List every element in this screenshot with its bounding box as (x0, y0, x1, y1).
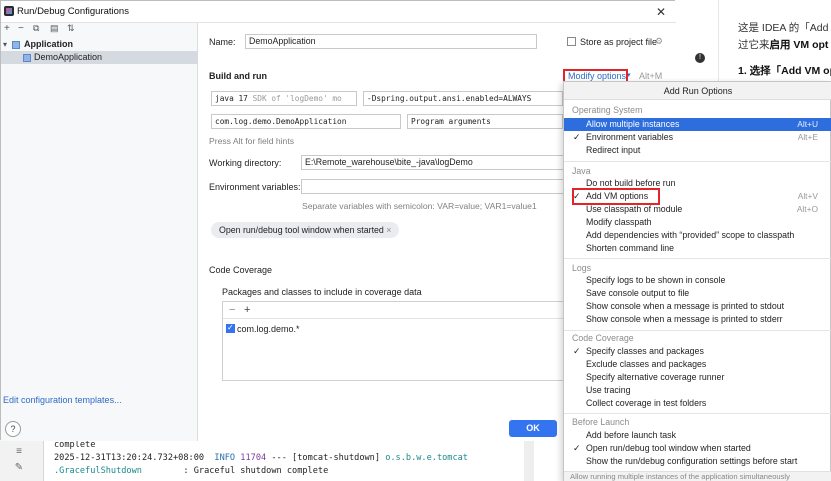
menu-item-alternative-runner[interactable]: Specify alternative coverage runner (564, 371, 831, 384)
popup-title: Add Run Options (564, 82, 831, 100)
close-icon[interactable]: ✕ (653, 4, 669, 20)
remove-icon[interactable]: − (18, 23, 24, 34)
environment-variables-label: Environment variables: (209, 182, 301, 192)
menu-item-add-dependencies[interactable]: Add dependencies with “provided” scope t… (564, 229, 831, 242)
check-icon: ✓ (573, 346, 581, 356)
ok-button[interactable]: OK (509, 420, 557, 437)
vm-options-field[interactable]: -Dspring.output.ansi.enabled=ALWAYS (363, 91, 563, 106)
group-logs: Logs (572, 263, 592, 273)
environment-variables-hint: Separate variables with semicolon: VAR=v… (302, 201, 537, 211)
dialog-titlebar: Run/Debug Configurations ✕ (1, 1, 676, 23)
check-icon: ✓ (573, 132, 581, 142)
tree-item-application[interactable]: ▾ Application (1, 38, 198, 51)
field-hints-text: Press Alt for field hints (209, 136, 295, 146)
menu-separator (564, 161, 831, 162)
dialog-title: Run/Debug Configurations (17, 6, 129, 17)
article-paragraph: 这是 IDEA 的「Add 过它来启用 VM opt (738, 22, 829, 51)
scroll-icon[interactable]: ≡ (12, 446, 26, 460)
main-class-field[interactable]: com.log.demo.DemoApplication (211, 114, 401, 129)
store-project-checkbox[interactable] (567, 37, 576, 46)
menu-item-use-tracing[interactable]: Use tracing (564, 384, 831, 397)
tree-item-label: DemoApplication (34, 52, 103, 62)
console-line: 2025-12-31T13:20:24.732+08:00 INFO 11704… (54, 453, 468, 463)
jdk-select[interactable]: java 17 SDK of 'logDemo' mo (211, 91, 357, 106)
copy-icon[interactable]: ⧉ (33, 23, 39, 34)
menu-item-coverage-test-folders[interactable]: Collect coverage in test folders (564, 397, 831, 410)
close-icon[interactable]: × (386, 225, 391, 235)
chevron-down-icon[interactable]: ▾ (3, 38, 7, 51)
coverage-list: − + com.log.demo.* (222, 301, 564, 381)
add-icon[interactable]: + (4, 23, 10, 34)
sort-icon[interactable]: ⇅ (67, 23, 75, 34)
gear-icon[interactable]: ⚙ (655, 36, 663, 47)
group-before-launch: Before Launch (572, 417, 630, 427)
popup-footer-hint: Allow running multiple instances of the … (564, 471, 831, 481)
menu-item-console-stderr[interactable]: Show console when a message is printed t… (564, 313, 831, 326)
add-run-options-popup: Add Run Options Operating System Allow m… (563, 81, 831, 481)
add-icon[interactable]: + (244, 304, 250, 316)
code-coverage-heading: Code Coverage (209, 265, 273, 275)
environment-variables-field[interactable] (301, 179, 564, 194)
menu-item-allow-multiple-instances[interactable]: Allow multiple instances Alt+U (564, 118, 831, 131)
check-icon: ✓ (573, 443, 581, 453)
menu-item-environment-variables[interactable]: ✓ Environment variables Alt+E (564, 131, 831, 144)
coverage-toolbar: − + (223, 302, 563, 319)
menu-separator (564, 330, 831, 331)
menu-item-specify-logs[interactable]: Specify logs to be shown in console (564, 274, 831, 287)
menu-item-redirect-input[interactable]: Redirect input (564, 144, 831, 157)
edit-templates-link[interactable]: Edit configuration templates... (3, 395, 122, 405)
menu-item-open-run-window[interactable]: ✓ Open run/debug tool window when starte… (564, 442, 831, 455)
menu-separator (564, 258, 831, 259)
menu-item-show-settings[interactable]: Show the run/debug configuration setting… (564, 455, 831, 468)
article-heading: 1. 选择「Add VM op (738, 65, 831, 77)
menu-item-exclude-classes[interactable]: Exclude classes and packages (564, 358, 831, 371)
intellij-app-icon (4, 6, 14, 16)
application-icon (12, 41, 20, 49)
menu-item-shorten-command-line[interactable]: Shorten command line (564, 242, 831, 255)
menu-item-use-classpath[interactable]: Use classpath of module Alt+O (564, 203, 831, 216)
pin-icon[interactable]: ✎ (12, 462, 26, 476)
menu-item-specify-classes[interactable]: ✓ Specify classes and packages (564, 345, 831, 358)
program-arguments-field[interactable]: Program arguments (407, 114, 563, 129)
name-label: Name: (209, 37, 236, 47)
application-icon (23, 54, 31, 62)
console-scrollbar[interactable] (524, 440, 534, 481)
console-line: complete (54, 440, 96, 450)
save-icon[interactable]: ▤ (50, 23, 59, 34)
config-tree-pane: + − ⧉ ▤ ⇅ ▾ Application DemoApplication … (1, 23, 198, 441)
tree-item-label: Application (24, 39, 73, 49)
tree-toolbar: + − ⧉ ▤ ⇅ (1, 23, 197, 37)
modify-shortcut: Alt+M (639, 71, 663, 81)
working-directory-field[interactable]: E:\Remote_warehouse\bite_-java\logDemo (301, 155, 564, 170)
run-console: complete 2025-12-31T13:20:24.732+08:00 I… (44, 440, 564, 481)
coverage-entry: com.log.demo.* (237, 324, 300, 334)
group-code-coverage: Code Coverage (572, 333, 634, 343)
run-window-option-chip[interactable]: Open run/debug tool window when started … (211, 222, 400, 238)
group-java: Java (572, 166, 591, 176)
remove-icon[interactable]: − (229, 304, 235, 316)
store-project-label: Store as project file (580, 37, 658, 47)
tree-item-demoapplication[interactable]: DemoApplication (1, 51, 198, 64)
help-button[interactable]: ? (5, 421, 21, 437)
menu-separator (564, 413, 831, 414)
info-badge-icon: ! (695, 53, 705, 63)
working-directory-label: Working directory: (209, 158, 282, 168)
name-field[interactable]: DemoApplication (245, 34, 537, 49)
build-run-heading: Build and run (209, 71, 267, 81)
console-line: .GracefulShutdown : Graceful shutdown co… (54, 466, 329, 476)
coverage-packages-label: Packages and classes to include in cover… (222, 287, 422, 297)
group-operating-system: Operating System (572, 105, 643, 115)
menu-item-console-stdout[interactable]: Show console when a message is printed t… (564, 300, 831, 313)
menu-item-modify-classpath[interactable]: Modify classpath (564, 216, 831, 229)
ide-side-toolbar: ≡ ✎ (0, 440, 44, 481)
menu-item-add-before-launch[interactable]: Add before launch task (564, 429, 831, 442)
menu-item-save-console-output[interactable]: Save console output to file (564, 287, 831, 300)
coverage-entry-checkbox[interactable] (226, 323, 235, 333)
